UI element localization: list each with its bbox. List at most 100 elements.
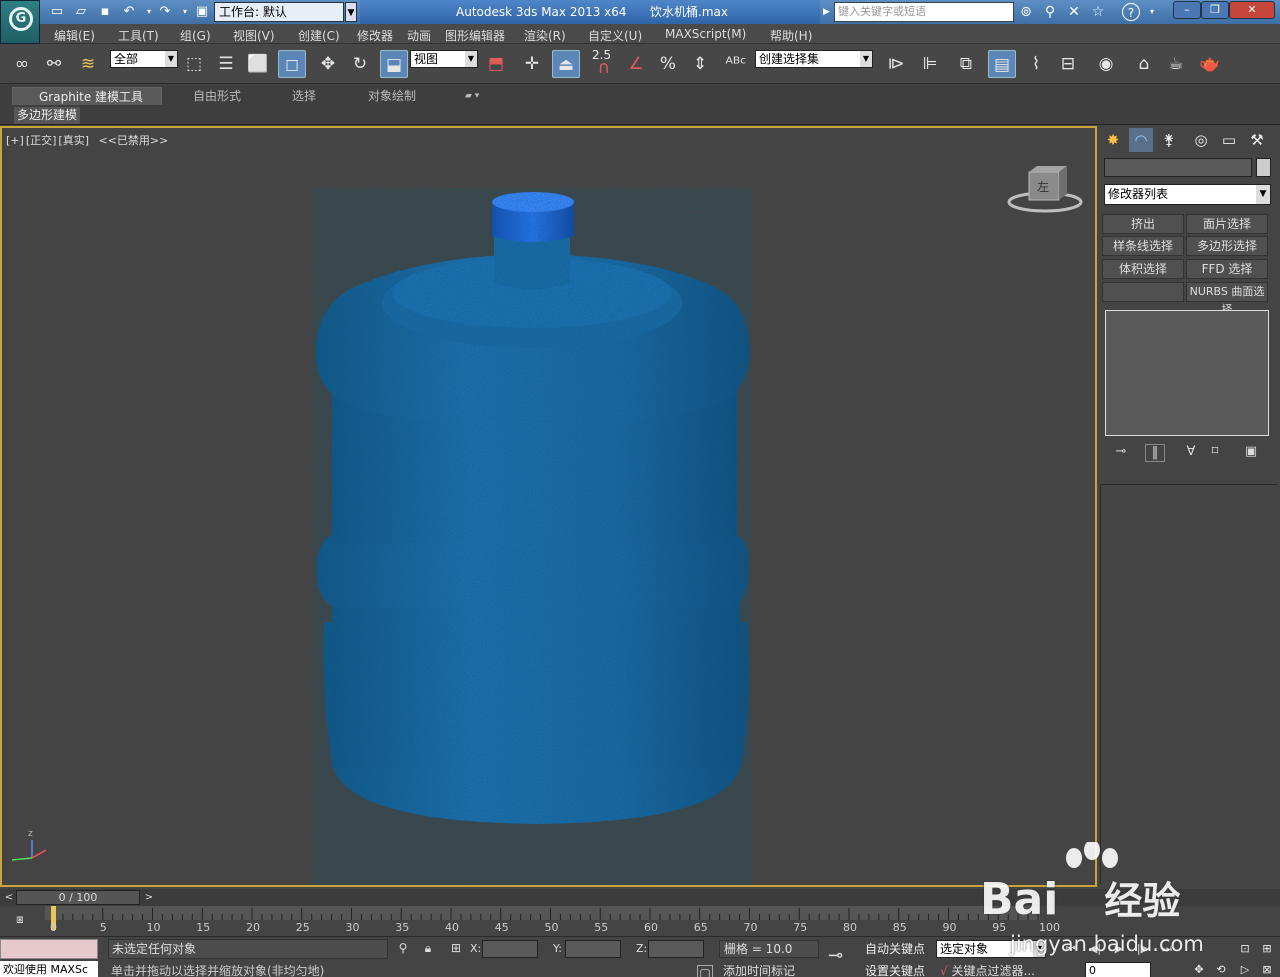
menu-edit[interactable]: 编辑(E) <box>54 27 95 44</box>
object-color-swatch[interactable] <box>1256 158 1271 177</box>
ribbon-options-icon[interactable]: ▰ ▾ <box>465 87 479 105</box>
previous-frame-icon[interactable]: < <box>2 890 16 905</box>
menu-graph-editors[interactable]: 图形编辑器 <box>445 27 505 44</box>
favorites-star-icon[interactable]: ☆ <box>1088 3 1108 21</box>
binoculars-icon[interactable]: ⊚ <box>1016 3 1036 21</box>
absolute-mode-icon[interactable]: ⊞ <box>448 941 464 957</box>
next-frame-icon[interactable]: > <box>142 890 156 905</box>
select-manipulate-icon[interactable]: ✛ <box>518 50 546 78</box>
layer-manager-icon[interactable]: ⧉ <box>952 50 980 78</box>
volume-select-button[interactable]: 体积选择 <box>1102 259 1184 279</box>
expand-arrow-icon[interactable]: ▶ <box>823 2 833 22</box>
select-by-name-icon[interactable]: ☰ <box>212 50 240 78</box>
align-icon[interactable]: ⊫ <box>916 50 944 78</box>
menu-maxscript[interactable]: MAXScript(M) <box>665 27 746 41</box>
menu-help[interactable]: 帮助(H) <box>770 27 812 44</box>
maximize-viewport-icon[interactable]: ⊠ <box>1258 961 1276 977</box>
rotate-icon[interactable]: ↻ <box>346 50 374 78</box>
maxscript-welcome-text[interactable]: 欢迎使用 MAXSc <box>0 961 98 977</box>
save-file-icon[interactable]: ▪ <box>96 3 114 20</box>
fov-icon[interactable]: ▷ <box>1236 961 1254 977</box>
communication-icon[interactable]: ✕ <box>1064 3 1084 21</box>
selection-filter-dropdown[interactable]: 全部 ▼ <box>110 50 178 68</box>
tab-object-paint[interactable]: 对象绘制 <box>368 87 416 105</box>
tab-selection[interactable]: 选择 <box>292 87 316 105</box>
next-key-icon[interactable]: |▶ <box>1134 940 1152 958</box>
select-object-icon[interactable]: ⬚ <box>180 50 208 78</box>
polygon-modeling-panel[interactable]: 多边形建模 <box>14 107 81 124</box>
menu-customize[interactable]: 自定义(U) <box>588 27 642 44</box>
add-time-tag[interactable]: 添加时间标记 <box>719 963 819 977</box>
menu-create[interactable]: 创建(C) <box>298 27 340 44</box>
key-filters-button[interactable]: √ 关键点过滤器... <box>940 963 1050 977</box>
undo-icon[interactable]: ↶ <box>120 3 138 20</box>
maxscript-listener-mini[interactable] <box>0 939 98 959</box>
current-frame-field[interactable]: 0 <box>1085 962 1151 977</box>
angle-snap-icon[interactable]: ∠ <box>622 50 650 78</box>
modifier-stack-list[interactable] <box>1105 310 1269 436</box>
utilities-tab-icon[interactable]: ⚒ <box>1245 128 1269 152</box>
poly-select-button[interactable]: 多边形选择 <box>1186 236 1268 256</box>
time-slider-thumb[interactable]: 0 / 100 <box>16 890 140 905</box>
snap-toggle-icon[interactable]: ∩ <box>590 58 618 78</box>
configure-modifier-sets-icon[interactable]: ▣ <box>1241 444 1261 462</box>
empty-modifier-button[interactable] <box>1102 282 1184 302</box>
extrude-button[interactable]: 挤出 <box>1102 214 1184 234</box>
auto-key-button[interactable]: 自动关键点 <box>865 940 933 958</box>
time-tag-icon[interactable]: ▢ <box>697 965 713 977</box>
display-tab-icon[interactable]: ▭ <box>1217 128 1241 152</box>
mirror-icon[interactable]: ⧐ <box>882 50 910 78</box>
scale-icon[interactable]: ⬓ <box>380 50 408 78</box>
unlink-icon[interactable]: ⚯ <box>40 50 68 78</box>
project-folder-icon[interactable]: ▣ <box>193 3 211 20</box>
chevron-down-icon[interactable]: ▼ <box>345 2 357 22</box>
pivot-point-icon[interactable]: ⬒ <box>482 50 510 78</box>
show-end-result-icon[interactable]: ‖ <box>1145 444 1165 462</box>
workspace-dropdown[interactable]: 工作台: 默认 <box>214 2 344 22</box>
spline-select-button[interactable]: 样条线选择 <box>1102 236 1184 256</box>
tab-graphite[interactable]: Graphite 建模工具 <box>12 87 162 105</box>
tab-freeform[interactable]: 自由形式 <box>193 87 241 105</box>
go-to-end-icon[interactable]: ⏭ <box>1158 940 1176 958</box>
named-selection-dropdown[interactable]: 创建选择集 ▼ <box>755 50 873 68</box>
create-tab-icon[interactable]: ✸ <box>1101 128 1125 152</box>
curve-editor-icon[interactable]: ⌇ <box>1022 50 1050 78</box>
zoom-viewport-icon[interactable]: ⊡ <box>1236 940 1254 958</box>
menu-tools[interactable]: 工具(T) <box>118 27 159 44</box>
perspective-viewport[interactable]: [+] [正交] [真实] <<已禁用>> z 左 <box>0 126 1097 887</box>
spinner-snap-icon[interactable]: ⇕ <box>686 50 714 78</box>
app-menu-button[interactable]: G <box>0 0 40 44</box>
search-input[interactable]: 键入关键字或短语 <box>834 2 1014 22</box>
menu-views[interactable]: 视图(V) <box>233 27 275 44</box>
ffd-select-button[interactable]: FFD 选择 <box>1186 259 1268 279</box>
redo-dropdown-icon[interactable]: ▾ <box>176 3 194 20</box>
chevron-down-icon[interactable]: ▼ <box>1256 185 1270 204</box>
chevron-down-icon[interactable]: ▼ <box>1033 941 1045 957</box>
menu-group[interactable]: 组(G) <box>180 27 211 44</box>
menu-animation[interactable]: 动画 <box>407 27 431 44</box>
previous-key-icon[interactable]: ◀| <box>1086 940 1104 958</box>
chevron-down-icon[interactable]: ▼ <box>165 51 177 67</box>
open-file-icon[interactable]: ▱ <box>72 3 90 20</box>
motion-tab-icon[interactable]: ◎ <box>1189 128 1213 152</box>
remove-modifier-icon[interactable]: ⌑ <box>1205 444 1225 462</box>
bind-space-warp-icon[interactable]: ≋ <box>74 50 102 78</box>
ruler-strip[interactable] <box>45 906 1040 920</box>
orbit-icon[interactable]: ⟲ <box>1212 961 1230 977</box>
chevron-down-icon[interactable]: ▼ <box>465 51 477 67</box>
move-icon[interactable]: ✥ <box>314 50 342 78</box>
link-icon[interactable]: ∞ <box>8 50 36 78</box>
menu-rendering[interactable]: 渲染(R) <box>524 27 566 44</box>
curve-editor-mini-icon[interactable]: ⧆ <box>12 912 28 928</box>
pan-icon[interactable]: ✥ <box>1190 961 1208 977</box>
chevron-down-icon[interactable]: ▼ <box>860 51 872 67</box>
help-dropdown-icon[interactable]: ▾ <box>1142 3 1162 21</box>
percent-snap-icon[interactable]: % <box>654 50 682 78</box>
render-production-icon[interactable]: 🫖 <box>1196 50 1224 78</box>
rendered-frame-icon[interactable]: ☕ <box>1162 50 1190 78</box>
rectangular-selection-icon[interactable]: ⬜ <box>244 50 272 78</box>
close-button[interactable]: ✕ <box>1229 1 1275 19</box>
render-setup-icon[interactable]: ⌂ <box>1130 50 1158 78</box>
schematic-view-icon[interactable]: ⊟ <box>1054 50 1082 78</box>
keyboard-shortcut-override-icon[interactable]: ⏏ <box>552 50 580 78</box>
